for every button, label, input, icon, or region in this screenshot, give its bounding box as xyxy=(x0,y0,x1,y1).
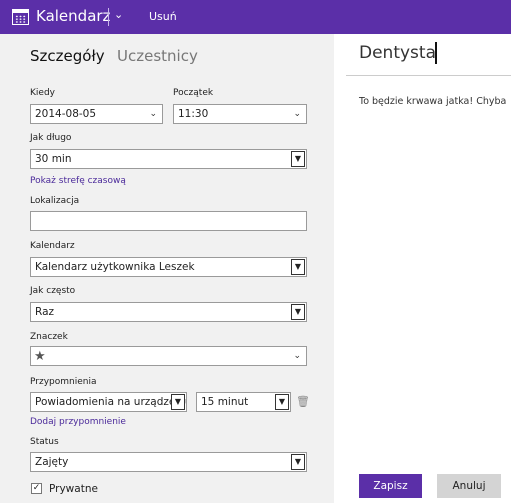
event-notes[interactable]: To będzie krwawa jatka! Chyba xyxy=(359,96,506,107)
calendar-label: Kalendarz xyxy=(30,241,75,251)
recurrence-label: Jak często xyxy=(30,286,76,296)
event-title-input[interactable]: Dentysta xyxy=(359,43,436,63)
add-reminder-link[interactable]: Dodaj przypomnienie xyxy=(30,417,126,427)
private-checkbox[interactable]: ✓ xyxy=(31,483,42,494)
cancel-button[interactable]: Anuluj xyxy=(437,474,501,498)
duration-select[interactable]: 30 min ▼ xyxy=(30,149,307,169)
star-icon: ★ xyxy=(34,349,46,364)
dropdown-arrow-icon: ▼ xyxy=(291,151,305,167)
date-select[interactable]: 2014-08-05 ⌄ xyxy=(30,104,163,124)
duration-value: 30 min xyxy=(35,153,72,165)
dropdown-arrow-icon: ▼ xyxy=(291,259,305,275)
tab-details[interactable]: Szczegóły xyxy=(30,47,105,65)
badge-select[interactable]: ⌄ xyxy=(30,346,307,366)
private-label: Prywatne xyxy=(49,483,98,495)
chevron-down-icon: ⌄ xyxy=(149,109,157,119)
when-label: Kiedy xyxy=(30,88,55,98)
duration-label: Jak długo xyxy=(30,133,72,143)
reminder-type-select[interactable]: Powiadomienia na urządzeniu ▼ xyxy=(30,392,187,412)
chevron-down-icon[interactable]: ⌄ xyxy=(114,8,123,21)
status-label: Status xyxy=(30,437,59,447)
status-value: Zajęty xyxy=(35,456,69,468)
delete-button[interactable]: Usuń xyxy=(149,10,177,23)
app-bar: Kalendarz ⌄ Usuń xyxy=(0,0,511,34)
badge-label: Znaczek xyxy=(30,332,68,342)
reminders-label: Przypomnienia xyxy=(30,377,97,387)
start-time-select[interactable]: 11:30 ⌄ xyxy=(173,104,307,124)
recurrence-value: Raz xyxy=(35,306,55,318)
date-value: 2014-08-05 xyxy=(35,108,97,120)
show-timezone-link[interactable]: Pokaż strefę czasową xyxy=(30,176,126,186)
location-label: Lokalizacja xyxy=(30,196,80,206)
status-select[interactable]: Zajęty ▼ xyxy=(30,452,307,472)
app-title: Kalendarz xyxy=(36,7,111,25)
calendar-select[interactable]: Kalendarz użytkownika Leszek ▼ xyxy=(30,257,307,277)
trash-icon[interactable]: 🗑 xyxy=(296,395,310,408)
start-label: Początek xyxy=(173,88,214,98)
dropdown-arrow-icon: ▼ xyxy=(171,394,185,410)
text-cursor xyxy=(435,42,437,64)
reminder-time-select[interactable]: 15 minut ▼ xyxy=(196,392,291,412)
save-button[interactable]: Zapisz xyxy=(359,474,422,498)
title-underline xyxy=(346,75,511,76)
tab-attendees[interactable]: Uczestnicy xyxy=(117,47,198,65)
chevron-down-icon: ⌄ xyxy=(293,351,301,361)
reminder-time-value: 15 minut xyxy=(201,396,249,408)
dropdown-arrow-icon: ▼ xyxy=(291,454,305,470)
start-time-value: 11:30 xyxy=(178,108,209,120)
dropdown-arrow-icon: ▼ xyxy=(275,394,289,410)
app-bar-divider xyxy=(108,8,109,26)
chevron-down-icon: ⌄ xyxy=(293,109,301,119)
recurrence-select[interactable]: Raz ▼ xyxy=(30,302,307,322)
dropdown-arrow-icon: ▼ xyxy=(291,304,305,320)
calendar-icon xyxy=(12,9,29,25)
location-input[interactable] xyxy=(30,211,307,231)
reminder-type-value: Powiadomienia na urządzeniu xyxy=(35,396,187,408)
calendar-value: Kalendarz użytkownika Leszek xyxy=(35,261,195,273)
